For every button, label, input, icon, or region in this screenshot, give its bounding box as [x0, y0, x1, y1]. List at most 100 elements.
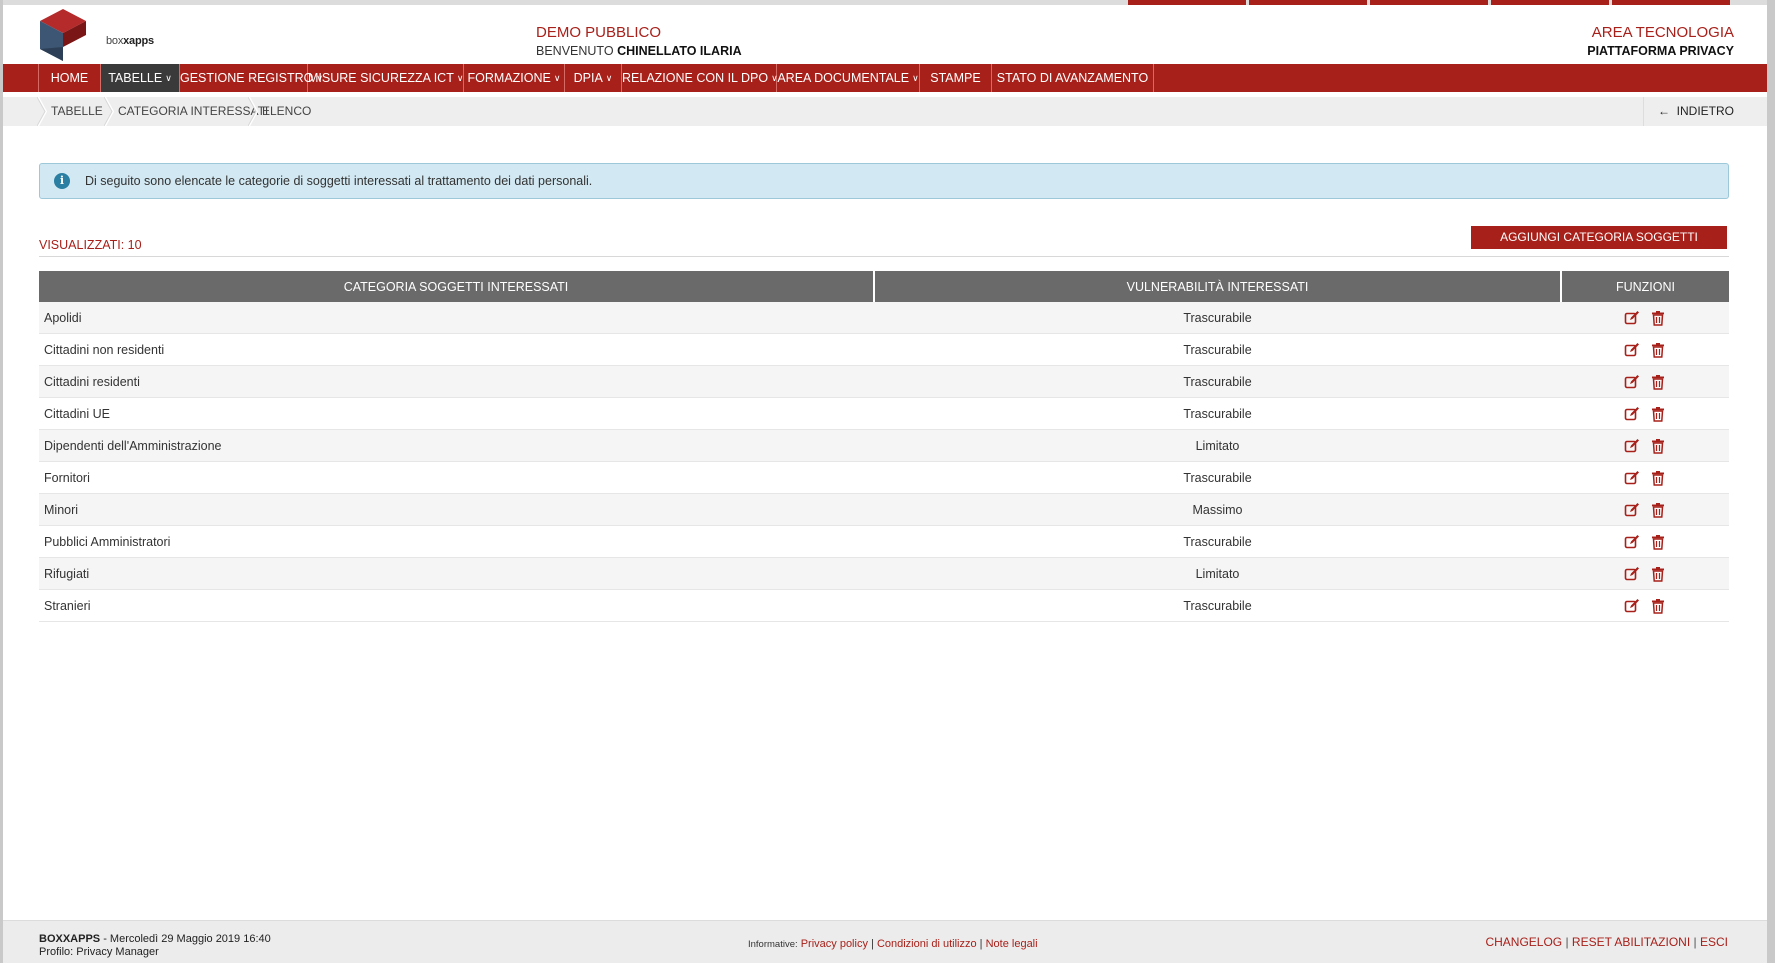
cell-vulnerabilita: Trascurabile — [874, 461, 1561, 494]
cell-categoria: Apolidi — [39, 302, 874, 334]
legal-notes-link[interactable]: Note legali — [986, 938, 1038, 950]
boxxapps-logo[interactable]: boxxapps — [38, 7, 154, 61]
nav-item-dpia[interactable]: DPIA ∨ — [565, 64, 622, 92]
trash-icon[interactable] — [1650, 310, 1666, 326]
nav-item-label: FORMAZIONE — [467, 71, 551, 85]
breadcrumb-separator-icon — [104, 97, 114, 126]
table-row: Cittadini residenti Trascurabile — [39, 365, 1729, 398]
edit-icon[interactable] — [1624, 374, 1640, 390]
edit-icon[interactable] — [1624, 566, 1640, 582]
column-header-categoria[interactable]: CATEGORIA SOGGETTI INTERESSATI — [39, 271, 875, 302]
trash-icon[interactable] — [1650, 374, 1666, 390]
cell-categoria: Minori — [39, 493, 874, 526]
trash-icon[interactable] — [1650, 534, 1666, 550]
cell-categoria: Cittadini non residenti — [39, 333, 874, 366]
top-tab[interactable] — [1128, 0, 1246, 5]
edit-icon[interactable] — [1624, 534, 1640, 550]
edit-icon[interactable] — [1624, 598, 1640, 614]
logo-text: boxxapps — [106, 35, 154, 47]
chevron-down-icon: ∨ — [316, 73, 323, 83]
edit-icon[interactable] — [1624, 342, 1640, 358]
trash-icon[interactable] — [1650, 598, 1666, 614]
user-name: CHINELLATO ILARIA — [617, 44, 742, 58]
divider — [39, 256, 1729, 257]
trash-icon[interactable] — [1650, 566, 1666, 582]
cell-funzioni — [1561, 333, 1729, 366]
conditions-link[interactable]: Condizioni di utilizzo — [877, 938, 977, 950]
footer: BOXXAPPS - Mercoledì 29 Maggio 2019 16:4… — [3, 920, 1767, 963]
trash-icon[interactable] — [1650, 502, 1666, 518]
privacy-policy-link[interactable]: Privacy policy — [801, 938, 868, 950]
top-tab[interactable] — [1612, 0, 1730, 5]
nav-item-relazione-con-il-dpo[interactable]: RELAZIONE CON IL DPO ∨ — [622, 64, 778, 92]
trash-icon[interactable] — [1650, 438, 1666, 454]
welcome-prefix: BENVENUTO — [536, 44, 614, 58]
top-tab[interactable] — [1370, 0, 1488, 5]
nav-item-stato-di-avanzamento[interactable]: STATO DI AVANZAMENTO — [992, 64, 1154, 92]
cell-vulnerabilita: Trascurabile — [874, 525, 1561, 558]
edit-icon[interactable] — [1624, 406, 1640, 422]
changelog-link[interactable]: CHANGELOG — [1485, 935, 1562, 949]
nav-item-label: HOME — [50, 71, 89, 85]
nav-item-formazione[interactable]: FORMAZIONE ∨ — [464, 64, 565, 92]
trash-icon[interactable] — [1650, 406, 1666, 422]
cell-vulnerabilita: Trascurabile — [874, 302, 1561, 334]
top-tab[interactable] — [1249, 0, 1367, 5]
edit-icon[interactable] — [1624, 470, 1640, 486]
logout-link[interactable]: ESCI — [1700, 935, 1728, 949]
cell-vulnerabilita: Trascurabile — [874, 589, 1561, 622]
cell-funzioni — [1561, 429, 1729, 462]
cell-vulnerabilita: Trascurabile — [874, 333, 1561, 366]
displayed-counter: VISUALIZZATI: 10 — [39, 238, 142, 252]
trash-icon[interactable] — [1650, 342, 1666, 358]
footer-profile: Profilo: Privacy Manager — [39, 946, 159, 958]
table-header-row: CATEGORIA SOGGETTI INTERESSATI VULNERABI… — [39, 271, 1729, 302]
back-label: INDIETRO — [1676, 104, 1734, 118]
cell-funzioni — [1561, 493, 1729, 526]
chevron-down-icon: ∨ — [553, 73, 561, 83]
platform-name: PIATTAFORMA PRIVACY — [1587, 44, 1734, 58]
table-row: Fornitori Trascurabile — [39, 461, 1729, 494]
cell-funzioni — [1561, 397, 1729, 430]
cell-categoria: Rifugiati — [39, 557, 874, 590]
nav-item-home[interactable]: HOME — [39, 64, 101, 92]
table-row: Pubblici Amministratori Trascurabile — [39, 525, 1729, 558]
cell-categoria: Fornitori — [39, 461, 874, 494]
arrow-left-icon: ← — [1657, 104, 1670, 118]
chevron-down-icon: ∨ — [456, 73, 464, 83]
info-icon: i — [54, 173, 70, 189]
top-tab[interactable] — [1491, 0, 1609, 5]
nav-item-stampe[interactable]: STAMPE — [920, 64, 992, 92]
breadcrumb-tabelle[interactable]: TABELLE — [51, 97, 103, 126]
trash-icon[interactable] — [1650, 470, 1666, 486]
nav-item-misure-sicurezza-ict[interactable]: MISURE SICUREZZA ICT ∨ — [308, 64, 464, 92]
column-header-vulnerabilita[interactable]: VULNERABILITÀ INTERESSATI — [874, 271, 1562, 302]
app-page: boxxapps DEMO PUBBLICO BENVENUTO CHINELL… — [3, 0, 1767, 963]
categories-table: CATEGORIA SOGGETTI INTERESSATI VULNERABI… — [39, 271, 1729, 622]
nav-item-gestione-registro[interactable]: GESTIONE REGISTRO ∨ — [180, 64, 323, 92]
cell-categoria: Cittadini UE — [39, 397, 874, 430]
cell-funzioni — [1561, 365, 1729, 398]
info-text: Di seguito sono elencate le categorie di… — [85, 174, 593, 188]
cell-categoria: Dipendenti dell'Amministrazione — [39, 429, 874, 462]
nav-item-tabelle[interactable]: TABELLE ∨ — [101, 64, 180, 92]
edit-icon[interactable] — [1624, 438, 1640, 454]
reset-permissions-link[interactable]: RESET ABILITAZIONI — [1572, 935, 1690, 949]
footer-datetime: - Mercoledì 29 Maggio 2019 16:40 — [100, 933, 271, 945]
table-row: Cittadini UE Trascurabile — [39, 397, 1729, 430]
column-header-funzioni: FUNZIONI — [1561, 271, 1729, 302]
nav-item-area-documentale[interactable]: AREA DOCUMENTALE ∨ — [777, 64, 920, 92]
back-button[interactable]: ← INDIETRO — [1642, 97, 1767, 126]
edit-icon[interactable] — [1624, 502, 1640, 518]
cell-categoria: Cittadini residenti — [39, 365, 874, 398]
breadcrumb-categoria-interessati[interactable]: CATEGORIA INTERESSATI — [118, 97, 268, 126]
table-row: Cittadini non residenti Trascurabile — [39, 333, 1729, 366]
table-row: Stranieri Trascurabile — [39, 589, 1729, 622]
org-name: DEMO PUBBLICO — [536, 24, 662, 41]
edit-icon[interactable] — [1624, 310, 1640, 326]
table-row: Dipendenti dell'Amministrazione Limitato — [39, 429, 1729, 462]
cell-funzioni — [1561, 589, 1729, 622]
area-name: AREA TECNOLOGIA — [1591, 24, 1734, 41]
welcome-line: BENVENUTO CHINELLATO ILARIA — [536, 42, 742, 60]
add-category-button[interactable]: AGGIUNGI CATEGORIA SOGGETTI INTERESSATI — [1471, 226, 1727, 267]
